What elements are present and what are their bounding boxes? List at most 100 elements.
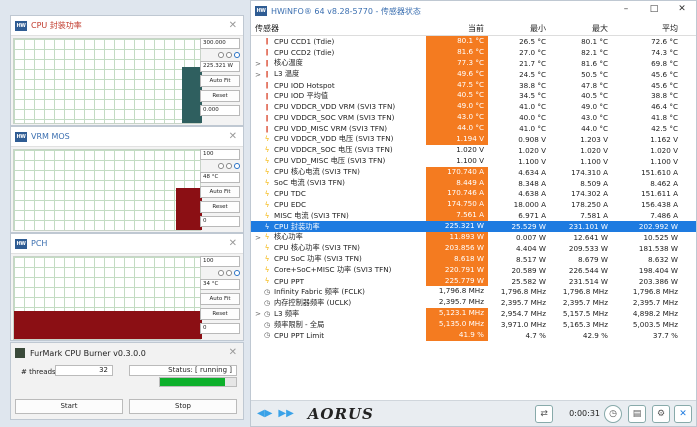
- expand-icon[interactable]: >: [255, 59, 261, 68]
- reset-button[interactable]: Reset: [200, 90, 240, 102]
- auto-fit-button[interactable]: Auto Fit: [200, 75, 240, 87]
- sensor-row[interactable]: ǀ CPU CCD2 (Tdie) 81.6 °C 27.0 °C 82.1 °C 74.…: [251, 46, 696, 58]
- sensor-row[interactable]: ϟ CPU 封装功率 225.321 W 25.529 W 231.101 W 202.9…: [251, 221, 696, 233]
- close-icon[interactable]: ✕: [229, 347, 237, 358]
- sensor-row[interactable]: ϟ CPU VDD_MISC 电压 (SVI3 TFN) 1.100 V 1.100 …: [251, 156, 696, 167]
- sensor-row[interactable]: ϟ CPU EDC 174.750 A 18.000 A 178.250 A 156.43…: [251, 199, 696, 211]
- sensor-row[interactable]: ϟ CPU VDDCR_SOC 电压 (SVI3 TFN) 1.020 V 1.020…: [251, 145, 696, 156]
- column-header-min[interactable]: 最小: [488, 23, 550, 34]
- sensor-row[interactable]: > ◷ L3 频率 5,123.1 MHz 2,954.7 MHz 5,157.5 MHz…: [251, 308, 696, 320]
- radio-option[interactable]: [234, 270, 240, 276]
- close-sensors-icon[interactable]: ✕: [674, 404, 692, 423]
- title-bar[interactable]: HW PCH ✕: [11, 234, 243, 254]
- sensor-name-cell: ◷ CPU PPT Limit: [251, 331, 426, 340]
- radio-option[interactable]: [226, 52, 232, 58]
- close-button[interactable]: ✕: [668, 4, 696, 14]
- sensor-row[interactable]: ◷ 频率限制 - 全局 5,135.0 MHz 3,971.0 MHz 5,165.3 …: [251, 319, 696, 331]
- sensor-row[interactable]: ϟ Core+SoC+MISC 功率 (SVI3 TFN) 220.791 W 20.…: [251, 264, 696, 276]
- sensor-row[interactable]: ϟ CPU TDC 170.746 A 4.638 A 174.302 A 151.611…: [251, 188, 696, 200]
- sensor-label: Core+SoC+MISC 功率 (SVI3 TFN): [274, 265, 392, 275]
- sensor-row[interactable]: ǀ CPU VDDCR_SOC VRM (SVI3 TFN) 43.0 °C 40.0…: [251, 112, 696, 124]
- thermometer-icon: ǀ: [265, 124, 269, 133]
- sensor-row[interactable]: > ǀ L3 温度 49.6 °C 24.5 °C 50.5 °C 45.6 °C: [251, 68, 696, 80]
- clock-icon[interactable]: ◷: [604, 404, 622, 423]
- avg-value: 181.538 W: [638, 243, 678, 253]
- close-icon[interactable]: ✕: [229, 238, 237, 249]
- stop-button[interactable]: Stop: [129, 399, 237, 414]
- pch-graph-fill: [14, 311, 202, 339]
- current-value: 41.9 %: [426, 330, 488, 341]
- sensor-label: SoC 电流 (SVI3 TFN): [274, 178, 345, 188]
- graph-max-value: 100: [200, 256, 240, 267]
- nav-forward-icon[interactable]: ▶▶: [278, 408, 293, 419]
- sensor-row[interactable]: ϟ CPU 核心功率 (SVI3 TFN) 203.856 W 4.404 W 209.…: [251, 242, 696, 254]
- max-value: 44.0 °C: [581, 124, 608, 134]
- column-header-current[interactable]: 当前: [426, 23, 488, 34]
- sensor-row[interactable]: ǀ CPU CCD1 (Tdie) 80.1 °C 26.5 °C 80.1 °C 72.…: [251, 36, 696, 47]
- column-header-max[interactable]: 最大: [550, 23, 612, 34]
- radio-option[interactable]: [218, 270, 224, 276]
- title-bar[interactable]: HW CPU 封装功率 ✕: [11, 16, 243, 36]
- nav-back-icon[interactable]: ◀▶: [257, 408, 272, 419]
- column-header-avg[interactable]: 平均: [612, 23, 682, 34]
- report-icon[interactable]: ▤: [628, 404, 646, 423]
- min-value: 6.971 A: [518, 211, 546, 221]
- current-value: 203.856 W: [426, 242, 488, 254]
- radio-option[interactable]: [234, 52, 240, 58]
- sensor-row[interactable]: ◷ CPU PPT Limit 41.9 % 4.7 % 42.9 % 37.7 %: [251, 330, 696, 341]
- expand-icon[interactable]: >: [255, 70, 261, 79]
- status-bar: ◀▶ ▶▶ AORUS ⇄ 0:00:31 ◷ ▤ ⚙ ✕: [251, 400, 696, 426]
- graph-controls: 100 48 °C Auto Fit Reset 0: [200, 149, 240, 230]
- close-icon[interactable]: ✕: [229, 131, 237, 142]
- current-value: 43.0 °C: [426, 112, 488, 124]
- sensor-row[interactable]: ǀ CPU IOD Hotspot 47.5 °C 38.8 °C 47.8 °C 45.…: [251, 79, 696, 91]
- sensor-row[interactable]: ǀ CPU VDD_MISC VRM (SVI3 TFN) 44.0 °C 41.0 …: [251, 123, 696, 135]
- threads-input[interactable]: 32: [55, 365, 113, 376]
- sensor-row[interactable]: ϟ CPU VDDCR_VDD 电压 (SVI3 TFN) 1.194 V 0.908…: [251, 134, 696, 145]
- maximize-button[interactable]: □: [640, 4, 668, 14]
- minimize-button[interactable]: –: [612, 4, 640, 14]
- min-value: 4.7 %: [525, 330, 546, 340]
- sensor-row[interactable]: ϟ CPU 核心电流 (SVI3 TFN) 170.740 A 4.634 A 174.…: [251, 166, 696, 178]
- radio-option[interactable]: [218, 52, 224, 58]
- sensor-row[interactable]: ǀ CPU IOD 平均值 40.5 °C 34.5 °C 40.5 °C 38.8 °C: [251, 90, 696, 102]
- start-button[interactable]: Start: [15, 399, 123, 414]
- radio-option[interactable]: [234, 163, 240, 169]
- auto-fit-button[interactable]: Auto Fit: [200, 293, 240, 305]
- lightning-icon: ϟ: [264, 233, 270, 242]
- avg-value: 38.8 °C: [651, 91, 678, 101]
- title-bar[interactable]: HW HWiNFO® 64 v8.28-5770 - 传感器状态 – □ ✕: [251, 1, 696, 21]
- sensor-row[interactable]: > ϟ 核心功率 11.893 W 0.007 W 12.641 W 10.525 W: [251, 232, 696, 243]
- radio-option[interactable]: [226, 270, 232, 276]
- column-header-sensor[interactable]: 传感器: [251, 23, 426, 34]
- close-icon[interactable]: ✕: [229, 20, 237, 31]
- network-icon[interactable]: ⇄: [535, 404, 554, 423]
- graph-min-value: 0: [200, 216, 240, 227]
- sensor-row[interactable]: ◷ Infinity Fabric 频率 (FCLK) 1,796.8 MHz 1,7…: [251, 286, 696, 297]
- settings-icon[interactable]: ⚙: [652, 404, 670, 423]
- radio-option[interactable]: [218, 163, 224, 169]
- scale-options[interactable]: [200, 163, 240, 169]
- sensor-name-cell: ϟ CPU EDC: [251, 200, 426, 209]
- sensor-label: Infinity Fabric 频率 (FCLK): [274, 286, 365, 296]
- sensor-row[interactable]: ϟ CPU PPT 225.779 W 25.582 W 231.514 W 203.38…: [251, 275, 696, 287]
- sensor-row[interactable]: ϟ SoC 电流 (SVI3 TFN) 8.449 A 8.348 A 8.509 A 8…: [251, 177, 696, 189]
- lightning-icon: ϟ: [264, 157, 270, 166]
- sensor-row[interactable]: ◷ 内存控制器频率 (UCLK) 2,395.7 MHz 2,395.7 MHz 2,3…: [251, 297, 696, 308]
- sensor-row[interactable]: > ǀ 核心温度 77.3 °C 21.7 °C 81.6 °C 69.8 °C: [251, 57, 696, 69]
- expand-icon[interactable]: >: [255, 233, 261, 242]
- sensor-row[interactable]: ϟ CPU SoC 功率 (SVI3 TFN) 8.618 W 8.517 W 8.67…: [251, 253, 696, 265]
- scale-options[interactable]: [200, 52, 240, 58]
- title-bar[interactable]: FurMark CPU Burner v0.3.0.0 ✕: [11, 343, 243, 363]
- sensor-row[interactable]: ϟ MISC 电流 (SVI3 TFN) 7.561 A 6.971 A 7.581 A…: [251, 210, 696, 222]
- reset-button[interactable]: Reset: [200, 308, 240, 320]
- title-bar[interactable]: HW VRM MOS ✕: [11, 127, 243, 147]
- min-value: 24.5 °C: [519, 69, 546, 79]
- sensor-row[interactable]: ǀ CPU VDDCR_VDD VRM (SVI3 TFN) 49.0 °C 41.0…: [251, 101, 696, 113]
- reset-button[interactable]: Reset: [200, 201, 240, 213]
- sensor-label: CPU VDD_MISC 电压 (SVI3 TFN): [274, 156, 386, 166]
- radio-option[interactable]: [226, 163, 232, 169]
- auto-fit-button[interactable]: Auto Fit: [200, 186, 240, 198]
- scale-options[interactable]: [200, 270, 240, 276]
- expand-icon[interactable]: >: [255, 309, 261, 318]
